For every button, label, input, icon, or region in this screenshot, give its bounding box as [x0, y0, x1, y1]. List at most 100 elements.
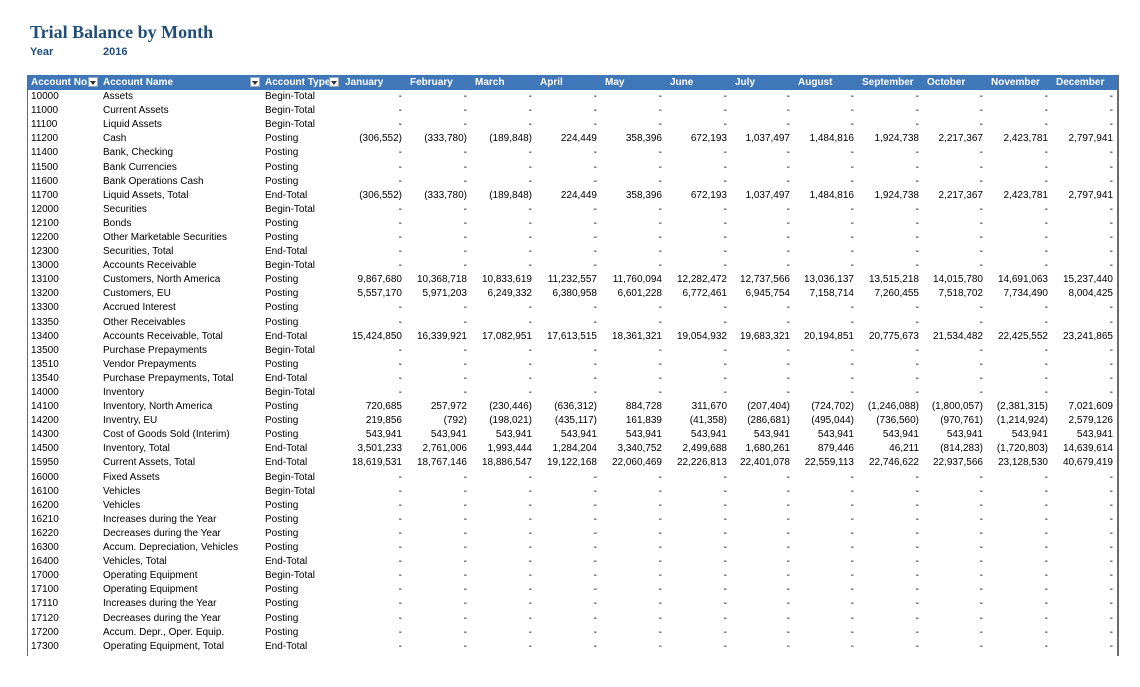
amount-cell[interactable]: -	[731, 90, 794, 104]
table-row[interactable]: 13510 Vendor Prepayments Posting - - - - - - - - - -…	[28, 358, 1117, 372]
amount-cell[interactable]: -	[794, 160, 858, 174]
amount-cell[interactable]: -	[858, 555, 923, 569]
amount-cell[interactable]: 543,941	[601, 428, 666, 442]
amount-cell[interactable]: -	[601, 358, 666, 372]
amount-cell[interactable]: 15,237,440	[1052, 273, 1117, 287]
amount-cell[interactable]: 1,924,738	[858, 132, 923, 146]
amount-cell[interactable]: 15,424,850	[341, 330, 406, 344]
amount-cell[interactable]: -	[987, 640, 1052, 654]
amount-cell[interactable]: -	[923, 626, 987, 640]
amount-cell[interactable]: -	[406, 597, 471, 611]
amount-cell[interactable]: -	[601, 597, 666, 611]
amount-cell[interactable]: -	[1052, 146, 1117, 160]
amount-cell[interactable]: 19,122,168	[536, 456, 601, 470]
amount-cell[interactable]: -	[794, 203, 858, 217]
amount-cell[interactable]: -	[666, 372, 731, 386]
amount-cell[interactable]: -	[858, 217, 923, 231]
amount-cell[interactable]: 6,249,332	[471, 287, 536, 301]
amount-cell[interactable]: -	[923, 316, 987, 330]
amount-cell[interactable]: -	[987, 555, 1052, 569]
amount-cell[interactable]: -	[794, 175, 858, 189]
amount-cell[interactable]: -	[536, 217, 601, 231]
amount-cell[interactable]: -	[471, 231, 536, 245]
amount-cell[interactable]: -	[601, 146, 666, 160]
amount-cell[interactable]: -	[601, 203, 666, 217]
amount-cell[interactable]: -	[794, 611, 858, 625]
amount-cell[interactable]: -	[731, 146, 794, 160]
amount-cell[interactable]: -	[923, 231, 987, 245]
amount-cell[interactable]: -	[471, 485, 536, 499]
table-row[interactable]: 15950 Current Assets, Total End-Total 18,61…	[28, 456, 1117, 470]
amount-cell[interactable]: -	[923, 90, 987, 104]
amount-cell[interactable]: 884,728	[601, 400, 666, 414]
account-name-cell[interactable]: Vehicles	[100, 499, 262, 513]
amount-cell[interactable]: -	[794, 104, 858, 118]
account-number-cell[interactable]: 14300	[28, 428, 100, 442]
amount-cell[interactable]: -	[666, 203, 731, 217]
account-name-cell[interactable]: Vehicles	[100, 485, 262, 499]
account-name-cell[interactable]: Securities	[100, 203, 262, 217]
amount-cell[interactable]: 219,856	[341, 414, 406, 428]
amount-cell[interactable]: -	[794, 231, 858, 245]
amount-cell[interactable]: -	[794, 217, 858, 231]
amount-cell[interactable]: -	[1052, 485, 1117, 499]
account-name-cell[interactable]: Other Marketable Securities	[100, 231, 262, 245]
amount-cell[interactable]: -	[666, 541, 731, 555]
amount-cell[interactable]: -	[794, 471, 858, 485]
amount-cell[interactable]: -	[923, 597, 987, 611]
amount-cell[interactable]: 11,232,557	[536, 273, 601, 287]
account-type-cell[interactable]: Posting	[262, 358, 341, 372]
account-type-cell[interactable]: Begin-Total	[262, 386, 341, 400]
amount-cell[interactable]: 672,193	[666, 132, 731, 146]
amount-cell[interactable]: -	[471, 626, 536, 640]
account-name-cell[interactable]: Vendor Prepayments	[100, 358, 262, 372]
amount-cell[interactable]: -	[536, 146, 601, 160]
table-row[interactable]: 16200 Vehicles Posting - - - - - - - - - - - -	[28, 499, 1117, 513]
amount-cell[interactable]: -	[601, 372, 666, 386]
account-name-cell[interactable]: Accounts Receivable	[100, 259, 262, 273]
amount-cell[interactable]: -	[536, 175, 601, 189]
account-name-cell[interactable]: Decreases during the Year	[100, 527, 262, 541]
amount-cell[interactable]: -	[536, 640, 601, 654]
amount-cell[interactable]: -	[923, 485, 987, 499]
account-type-cell[interactable]: Posting	[262, 414, 341, 428]
amount-cell[interactable]: -	[858, 626, 923, 640]
account-number-cell[interactable]: 13350	[28, 316, 100, 330]
account-number-cell[interactable]: 13400	[28, 330, 100, 344]
account-number-cell[interactable]: 11700	[28, 189, 100, 203]
account-type-cell[interactable]: Posting	[262, 499, 341, 513]
table-row[interactable]: 16300 Accum. Depreciation, Vehicles Postin…	[28, 541, 1117, 555]
amount-cell[interactable]: -	[601, 499, 666, 513]
account-name-cell[interactable]: Increases during the Year	[100, 597, 262, 611]
amount-cell[interactable]: 7,021,609	[1052, 400, 1117, 414]
amount-cell[interactable]: 22,425,552	[987, 330, 1052, 344]
amount-cell[interactable]: 12,737,566	[731, 273, 794, 287]
amount-cell[interactable]: -	[731, 471, 794, 485]
amount-cell[interactable]: 543,941	[666, 428, 731, 442]
amount-cell[interactable]: -	[666, 245, 731, 259]
account-number-cell[interactable]: 16300	[28, 541, 100, 555]
amount-cell[interactable]: -	[731, 372, 794, 386]
amount-cell[interactable]: -	[1052, 597, 1117, 611]
table-row[interactable]: 11100 Liquid Assets Begin-Total - - - - - - - - - - -…	[28, 118, 1117, 132]
amount-cell[interactable]: -	[794, 316, 858, 330]
amount-cell[interactable]: 14,691,063	[987, 273, 1052, 287]
amount-cell[interactable]: -	[666, 90, 731, 104]
amount-cell[interactable]: -	[923, 611, 987, 625]
amount-cell[interactable]: (1,214,924)	[987, 414, 1052, 428]
table-row[interactable]: 11500 Bank Currencies Posting - - - - - - - - - - - -	[28, 160, 1117, 174]
table-row[interactable]: 16100 Vehicles Begin-Total - - - - - - - - - - - -	[28, 485, 1117, 499]
account-name-cell[interactable]: Operating Equipment, Total	[100, 640, 262, 654]
table-row[interactable]: 14000 Inventory Begin-Total - - - - - - - - - - - -	[28, 386, 1117, 400]
amount-cell[interactable]: -	[406, 485, 471, 499]
amount-cell[interactable]: (333,780)	[406, 189, 471, 203]
amount-cell[interactable]: -	[601, 231, 666, 245]
amount-cell[interactable]: 1,993,444	[471, 442, 536, 456]
amount-cell[interactable]: -	[858, 471, 923, 485]
amount-cell[interactable]: -	[731, 358, 794, 372]
amount-cell[interactable]: (1,720,803)	[987, 442, 1052, 456]
account-type-cell[interactable]: Posting	[262, 175, 341, 189]
amount-cell[interactable]: -	[666, 301, 731, 315]
amount-cell[interactable]: -	[471, 217, 536, 231]
account-type-cell[interactable]: Posting	[262, 301, 341, 315]
